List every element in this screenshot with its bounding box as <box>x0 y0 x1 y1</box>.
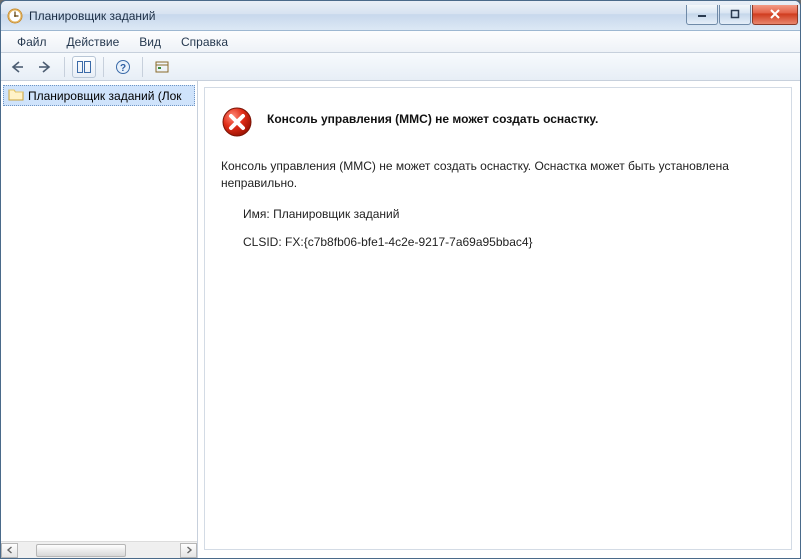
scroll-thumb[interactable] <box>36 544 126 557</box>
sidebar: Планировщик заданий (Лок <box>1 81 198 558</box>
error-clsid-row: CLSID: FX:{c7b8fb06-bfe1-4c2e-9217-7a69a… <box>221 235 775 249</box>
close-button[interactable] <box>752 5 798 25</box>
window-controls <box>686 5 798 25</box>
tree-root-label: Планировщик заданий (Лок <box>28 89 182 103</box>
back-button[interactable] <box>5 56 29 78</box>
menubar: Файл Действие Вид Справка <box>1 31 800 53</box>
error-icon <box>221 106 253 138</box>
show-hide-tree-button[interactable] <box>72 56 96 78</box>
app-window: Планировщик заданий Файл Действие Вид Сп… <box>0 0 801 559</box>
scroll-left-button[interactable] <box>1 543 18 558</box>
help-button[interactable]: ? <box>111 56 135 78</box>
toolbar: ? <box>1 53 800 81</box>
body: Планировщик заданий (Лок <box>1 81 800 558</box>
error-panel: Консоль управления (MMC) не может создат… <box>204 87 792 550</box>
forward-button[interactable] <box>33 56 57 78</box>
toolbar-separator <box>103 57 104 77</box>
tree-root-item[interactable]: Планировщик заданий (Лок <box>3 85 195 106</box>
menu-action[interactable]: Действие <box>57 33 130 51</box>
maximize-button[interactable] <box>719 5 751 25</box>
app-icon <box>7 8 23 24</box>
window-title: Планировщик заданий <box>29 9 686 23</box>
error-clsid-value: FX:{c7b8fb06-bfe1-4c2e-9217-7a69a95bbac4… <box>285 235 533 249</box>
toolbar-separator <box>142 57 143 77</box>
horizontal-scrollbar[interactable] <box>1 541 197 558</box>
tree-view[interactable]: Планировщик заданий (Лок <box>1 81 197 541</box>
menu-file[interactable]: Файл <box>7 33 57 51</box>
error-name-label: Имя: <box>243 207 270 221</box>
menu-help[interactable]: Справка <box>171 33 238 51</box>
folder-icon <box>8 87 24 104</box>
error-body-text: Консоль управления (MMC) не может создат… <box>221 158 775 193</box>
svg-text:?: ? <box>120 63 126 74</box>
properties-button[interactable] <box>150 56 174 78</box>
menu-view[interactable]: Вид <box>129 33 171 51</box>
error-clsid-label: CLSID: <box>243 235 282 249</box>
scroll-track[interactable] <box>18 543 180 558</box>
titlebar[interactable]: Планировщик заданий <box>1 1 800 31</box>
error-header: Консоль управления (MMC) не может создат… <box>221 106 775 138</box>
error-name-row: Имя: Планировщик заданий <box>221 207 775 221</box>
scroll-right-button[interactable] <box>180 543 197 558</box>
error-name-value: Планировщик заданий <box>273 207 399 221</box>
content-pane: Консоль управления (MMC) не может создат… <box>198 81 800 558</box>
error-heading: Консоль управления (MMC) не может создат… <box>267 112 598 126</box>
toolbar-separator <box>64 57 65 77</box>
minimize-button[interactable] <box>686 5 718 25</box>
